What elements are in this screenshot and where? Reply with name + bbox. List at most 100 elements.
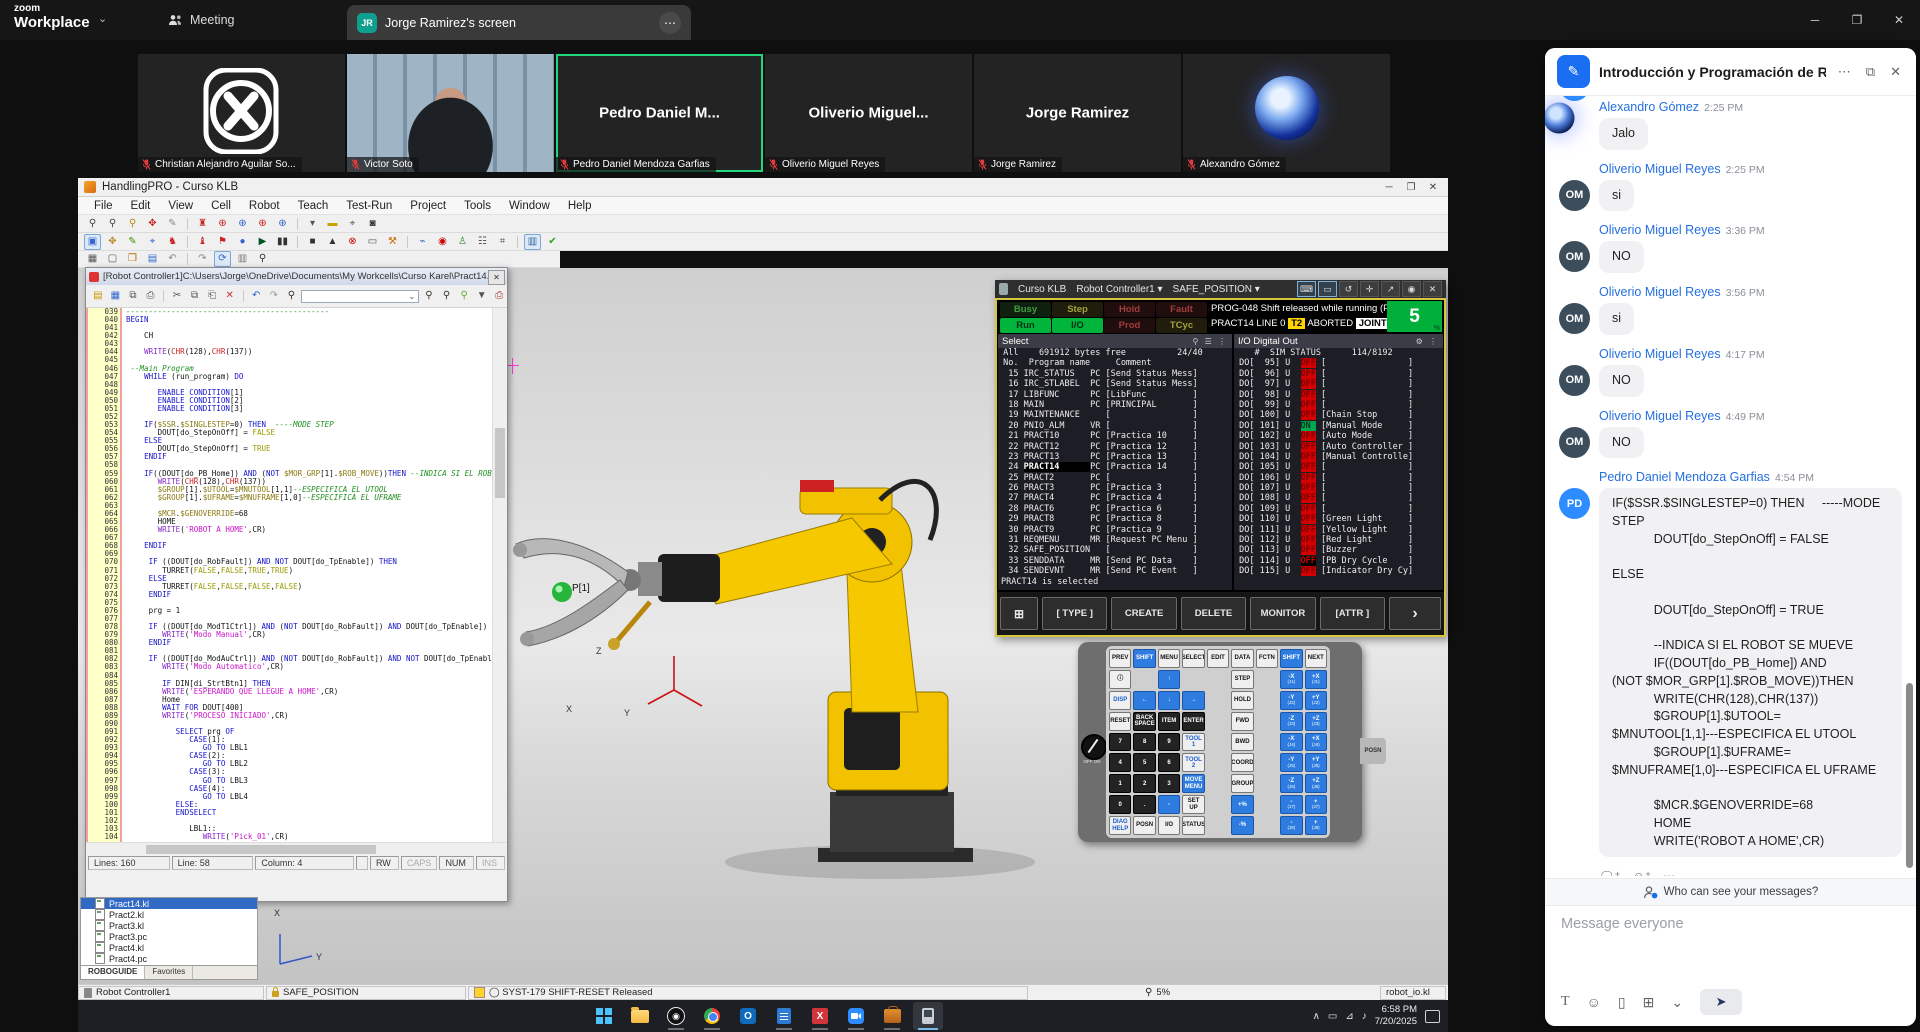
io-row-do113[interactable]: DO[ 113] U OFF [Buzzer ] — [1234, 545, 1443, 555]
program-row-pract4[interactable]: 27 PRACT4 PC [Practica 4 ] — [998, 493, 1232, 503]
editor-tool-icon-4[interactable]: ⎙ — [143, 288, 159, 304]
program-row-pract12[interactable]: 22 PRACT12 PC [Practica 12 ] — [998, 442, 1232, 452]
sim-tool-icon-16[interactable]: ⌁ — [414, 234, 431, 250]
tab-meeting[interactable]: Meeting — [168, 0, 234, 40]
sim-tool-icon-9[interactable]: ▶ — [254, 234, 271, 250]
io-row-do101[interactable]: DO[ 101] U ON [Manual Mode ] — [1234, 421, 1443, 431]
editor-tool2-icon-2[interactable]: ⚲ — [439, 288, 455, 304]
tray-chevron-icon[interactable]: ∧ — [1313, 1011, 1320, 1022]
taskbar-roboguide-icon[interactable] — [877, 1002, 907, 1030]
chat-scrollbar[interactable] — [1906, 683, 1913, 868]
key-7[interactable]: 7 — [1109, 733, 1131, 752]
tree-item[interactable]: Pract3.kl — [81, 920, 257, 931]
key-item[interactable]: ITEM — [1158, 712, 1180, 731]
chat-popout-button[interactable]: ⧉ — [1863, 64, 1878, 80]
program-row-irc_stlabel[interactable]: 16 IRC_STLABEL PC [Send Status Mess] — [998, 379, 1232, 389]
taskbar-zoom-icon[interactable] — [841, 1002, 871, 1030]
menu-help[interactable]: Help — [560, 200, 600, 212]
sim-tool-icon-17[interactable]: ◉ — [434, 234, 451, 250]
view-tool-icon-2[interactable]: ⚲ — [104, 216, 121, 232]
io-row-do102[interactable]: DO[ 102] U OFF [Auto Mode ] — [1234, 431, 1443, 441]
minimize-button[interactable]: ─ — [1794, 0, 1836, 40]
chat-message[interactable]: Alexandro Gómez2:25 PMJalo — [1559, 100, 1902, 150]
view-tool-icon-8[interactable]: ⊕ — [234, 216, 251, 232]
io-row-do103[interactable]: DO[ 103] U OFF [Auto Controller ] — [1234, 442, 1443, 452]
find-combobox-field[interactable]: ⌄ — [301, 290, 419, 303]
program-row-pnio_alm[interactable]: 20 PNIO_ALM VR [ ] — [998, 421, 1232, 431]
fkey-delete-button[interactable]: DELETE — [1181, 597, 1246, 630]
key--[interactable]: -(J7) — [1280, 795, 1302, 814]
view-tool-icon-9[interactable]: ⊕ — [254, 216, 271, 232]
key-shift[interactable]: SHIFT — [1133, 649, 1155, 668]
tree-item[interactable]: Pract4.kl — [81, 942, 257, 953]
program-row-senddata[interactable]: 33 SENDDATA MR [Send PC Data ] — [998, 556, 1232, 566]
taskbar-chrome-icon[interactable] — [697, 1002, 727, 1030]
sim-tool-icon-13[interactable]: ⊗ — [344, 234, 361, 250]
key-[interactable]: . — [1133, 795, 1155, 814]
editor-tool-icon-3[interactable]: ⧉ — [125, 288, 141, 304]
fkey-menu-button[interactable]: ⊞ — [1000, 597, 1038, 630]
program-row-reqmenu[interactable]: 31 REQMENU MR [Request PC Menu ] — [998, 535, 1232, 545]
edit-tool-icon-4[interactable]: ▤ — [144, 251, 161, 267]
sim-tool-icon-18[interactable]: ♙ — [454, 234, 471, 250]
key--z[interactable]: -Z(J6) — [1280, 774, 1302, 793]
sim-tool-icon-6[interactable]: ♝ — [194, 234, 211, 250]
key-9[interactable]: 9 — [1158, 733, 1180, 752]
sim-tool-icon-3[interactable]: ✎ — [124, 234, 141, 250]
sim-tool-icon-14[interactable]: ▭ — [364, 234, 381, 250]
menu-cell[interactable]: Cell — [203, 200, 239, 212]
program-row-pract10[interactable]: 21 PRACT10 PC [Practica 10 ] — [998, 431, 1232, 441]
key-posn[interactable]: POSN — [1133, 816, 1155, 835]
editor-hscrollbar[interactable] — [86, 842, 507, 856]
key-+y[interactable]: +Y(J2) — [1305, 691, 1327, 710]
menu-view[interactable]: View — [160, 200, 201, 212]
key-[interactable]: ⓘ — [1109, 670, 1131, 689]
key--z[interactable]: -Z(J3) — [1280, 712, 1302, 731]
key-enter[interactable]: ENTER — [1182, 712, 1204, 731]
fkey-attr-button[interactable]: [ATTR ] — [1320, 597, 1385, 630]
key-3[interactable]: 3 — [1158, 774, 1180, 793]
taskbar-clock[interactable]: 6:58 PM 7/20/2025 — [1375, 1004, 1417, 1028]
maximize-button[interactable]: ❐ — [1836, 0, 1878, 40]
format-icon[interactable]: T — [1561, 994, 1570, 1010]
tree-tab-favorites[interactable]: Favorites — [145, 966, 193, 979]
chat-more-button[interactable]: ⋯ — [1835, 64, 1854, 80]
video-tile-3[interactable]: Pedro Daniel M...Pedro Daniel Mendoza Ga… — [556, 54, 763, 172]
menu-tools[interactable]: Tools — [456, 200, 499, 212]
virtual-keyboard-icon[interactable]: ⌨ — [1297, 281, 1316, 297]
key-reset[interactable]: RESET — [1109, 712, 1131, 731]
edit-tool-icon-2[interactable]: ▢ — [104, 251, 121, 267]
io-row-do95[interactable]: DO[ 95] U OFF [ ] — [1234, 358, 1443, 368]
sim-tool-icon-20[interactable]: ⌗ — [494, 234, 511, 250]
sim-tool-icon-15[interactable]: ⚒ — [384, 234, 401, 250]
program-row-pract6[interactable]: 28 PRACT6 PC [Practica 6 ] — [998, 504, 1232, 514]
key-tool1[interactable]: TOOL 1 — [1182, 733, 1204, 752]
tree-item[interactable]: Pract2.kl — [81, 909, 257, 920]
key-1[interactable]: 1 — [1109, 774, 1131, 793]
sim-tool-icon-4[interactable]: ⌖ — [144, 234, 161, 250]
key-tool2[interactable]: TOOL 2 — [1182, 753, 1204, 772]
fkey-monitor-button[interactable]: MONITOR — [1250, 597, 1315, 630]
key-diaghelp[interactable]: DIAG HELP — [1109, 816, 1131, 835]
posn-side-tab[interactable]: POSN — [1360, 738, 1386, 764]
menu-edit[interactable]: Edit — [123, 200, 159, 212]
app-close-button[interactable]: ✕ — [1422, 178, 1444, 196]
pendant-close-icon[interactable]: ✕ — [1423, 281, 1442, 297]
key-movemenu[interactable]: MOVE MENU — [1182, 774, 1204, 793]
taskbar-file-explorer-icon[interactable] — [625, 1002, 655, 1030]
network-icon[interactable]: ⊿ — [1345, 1011, 1353, 1022]
app-restore-button[interactable]: ❐ — [1400, 178, 1422, 196]
video-tile-2[interactable]: Victor Soto — [347, 54, 554, 172]
editor-tool2-icon-3[interactable]: ⚲ — [456, 288, 472, 304]
key-menu[interactable]: MENU — [1158, 649, 1180, 668]
view-tool-icon-7[interactable]: ⊕ — [214, 216, 231, 232]
view-tool-icon-1[interactable]: ⚲ — [84, 216, 101, 232]
program-row-pract3[interactable]: 26 PRACT3 PC [Practica 3 ] — [998, 483, 1232, 493]
send-button[interactable]: ➤ — [1700, 989, 1742, 1015]
editor-titlebar[interactable]: [Robot Controller1]C:\Users\Jorge\OneDri… — [86, 268, 507, 285]
more-actions-icon[interactable]: ⋯ — [1663, 869, 1675, 876]
key--[interactable]: -(J8) — [1280, 816, 1302, 835]
key-setup[interactable]: SET UP — [1182, 795, 1204, 814]
chevron-down-icon[interactable]: ⌄ — [98, 12, 107, 25]
editor-tool-icon-5[interactable]: ✂ — [169, 288, 185, 304]
